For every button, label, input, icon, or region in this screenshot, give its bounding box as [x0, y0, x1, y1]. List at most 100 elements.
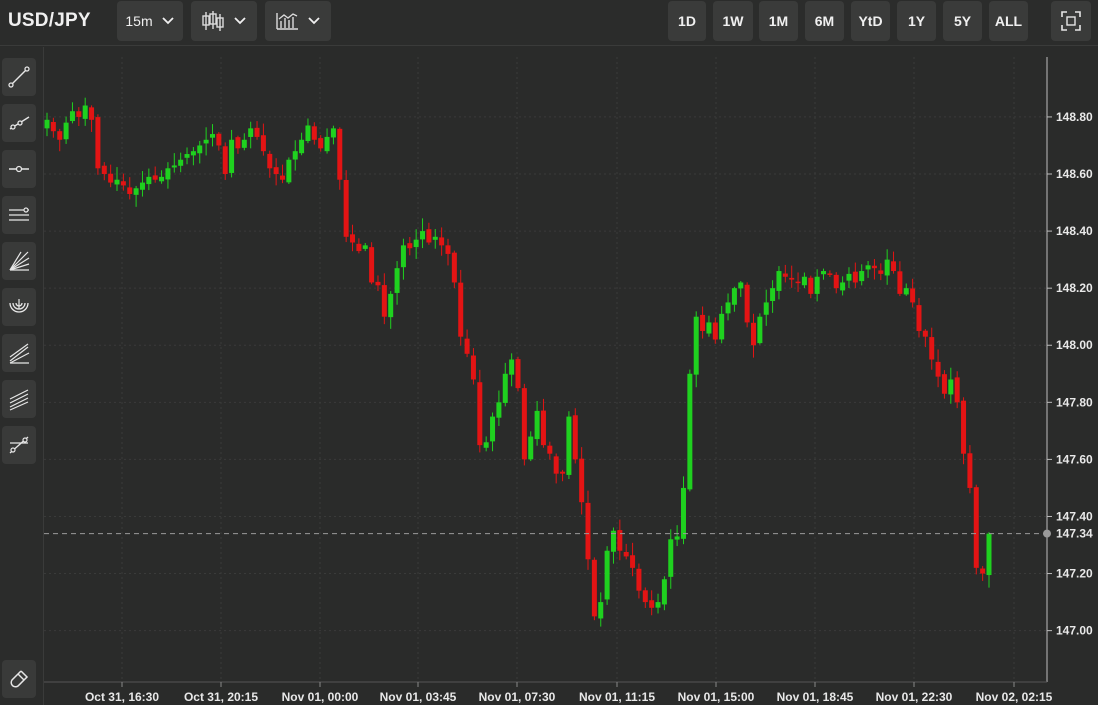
magnet-tool[interactable]: [2, 660, 36, 698]
candle-body: [731, 288, 737, 305]
fullscreen-button[interactable]: [1051, 1, 1091, 41]
candle-body: [139, 182, 145, 190]
range-button-all[interactable]: ALL: [989, 1, 1028, 41]
x-tick-label: Nov 01, 00:00: [282, 690, 359, 704]
candle-body: [483, 442, 489, 448]
candle-body: [95, 117, 101, 169]
y-tick-label: 148.80: [1056, 110, 1093, 124]
candle-body: [216, 133, 222, 146]
candle-body: [101, 165, 107, 175]
candle-body: [553, 456, 559, 474]
chevron-down-icon: [234, 17, 246, 25]
candle-body: [381, 285, 387, 317]
candle-body: [693, 316, 699, 375]
candle-body: [178, 159, 184, 166]
x-tick-label: Nov 01, 07:30: [479, 690, 556, 704]
candle-body: [929, 337, 935, 360]
candle-body: [133, 188, 139, 195]
candle-body: [57, 131, 63, 140]
top-toolbar: USD/JPY 15m 1D 1W 1M 6M YtD 1Y 5Y ALL: [0, 0, 1098, 46]
candle-body: [477, 382, 483, 446]
candle-body: [120, 181, 126, 186]
x-tick-label: Oct 31, 16:30: [85, 690, 159, 704]
fib-channel-tool[interactable]: [2, 380, 36, 418]
candle-body: [146, 176, 152, 185]
candle-body: [916, 305, 922, 331]
candle-body: [235, 137, 241, 149]
candle-body: [591, 559, 597, 617]
candle-body: [44, 119, 50, 129]
candle-body: [280, 175, 285, 180]
candle-body: [470, 355, 476, 380]
x-tick-label: Nov 01, 15:00: [678, 690, 755, 704]
fib-fan-tool[interactable]: [2, 242, 36, 280]
candle-body: [801, 276, 807, 286]
candle-body: [598, 602, 604, 619]
candle-body: [197, 145, 203, 154]
x-tick-label: Nov 01, 18:45: [777, 690, 854, 704]
fib-arcs-tool[interactable]: [2, 288, 36, 326]
pitchfork-tool[interactable]: [2, 334, 36, 372]
range-button-1m[interactable]: 1M: [759, 1, 798, 41]
candle-body: [267, 153, 273, 169]
candle-body: [903, 288, 909, 295]
candle-body: [700, 314, 706, 331]
candle-body: [795, 281, 801, 284]
candle-body: [687, 373, 693, 490]
candle-body: [827, 273, 833, 275]
candle-body: [89, 107, 95, 120]
indicators-select[interactable]: [265, 1, 331, 41]
trend-line-icon: [8, 66, 30, 88]
candle-body: [833, 274, 839, 289]
parallel-channel-tool[interactable]: [2, 196, 36, 234]
range-button-ytd[interactable]: YtD: [851, 1, 890, 41]
candle-body: [330, 128, 336, 138]
candle-body: [127, 187, 133, 194]
fib-arcs-icon: [9, 299, 29, 313]
candle-body: [986, 533, 992, 576]
interval-label: 15m: [125, 13, 153, 29]
candle-body: [350, 234, 356, 243]
trend-line-tool[interactable]: [2, 58, 36, 96]
ray-tool[interactable]: [2, 104, 36, 142]
candle-body: [859, 271, 865, 282]
candle-body: [394, 268, 400, 293]
candle-body: [356, 243, 362, 252]
candle-body: [260, 135, 266, 152]
candlestick-icon: [202, 11, 224, 31]
candle-body: [980, 568, 986, 574]
y-tick-label: 148.60: [1056, 167, 1093, 181]
interval-select[interactable]: 15m: [117, 1, 183, 41]
candle-body: [159, 176, 165, 182]
candle-body: [744, 284, 750, 323]
y-tick-label: 147.40: [1056, 509, 1093, 523]
candle-body: [502, 373, 508, 403]
horizontal-line-tool[interactable]: [2, 150, 36, 188]
parallel-channel-icon: [9, 207, 29, 221]
candle-body: [566, 416, 572, 475]
multi-point-line-tool[interactable]: [2, 426, 36, 464]
candle-body: [375, 281, 381, 286]
chevron-down-icon: [308, 17, 320, 25]
x-tick-label: Nov 01, 03:45: [380, 690, 457, 704]
candle-body: [560, 471, 566, 474]
symbol-title: USD/JPY: [8, 10, 91, 31]
candle-body: [222, 146, 228, 175]
candle-body: [852, 271, 858, 283]
candle-body: [789, 277, 795, 280]
range-button-1d[interactable]: 1D: [668, 1, 706, 41]
candle-body: [400, 245, 406, 268]
chart-type-select[interactable]: [191, 1, 257, 41]
price-chart[interactable]: 148.80 148.60 148.40 148.20 148.00 147.80 147.…: [44, 47, 1098, 705]
candle-body: [108, 173, 114, 183]
range-button-6m[interactable]: 6M: [805, 1, 844, 41]
candle-body: [661, 579, 667, 605]
candle-body: [324, 136, 330, 152]
candle-body: [865, 265, 871, 270]
range-button-1y[interactable]: 1Y: [897, 1, 936, 41]
candle-body: [413, 239, 419, 248]
ray-icon: [9, 116, 30, 130]
candle-body: [808, 277, 814, 294]
range-button-1w[interactable]: 1W: [713, 1, 753, 41]
range-button-5y[interactable]: 5Y: [943, 1, 982, 41]
